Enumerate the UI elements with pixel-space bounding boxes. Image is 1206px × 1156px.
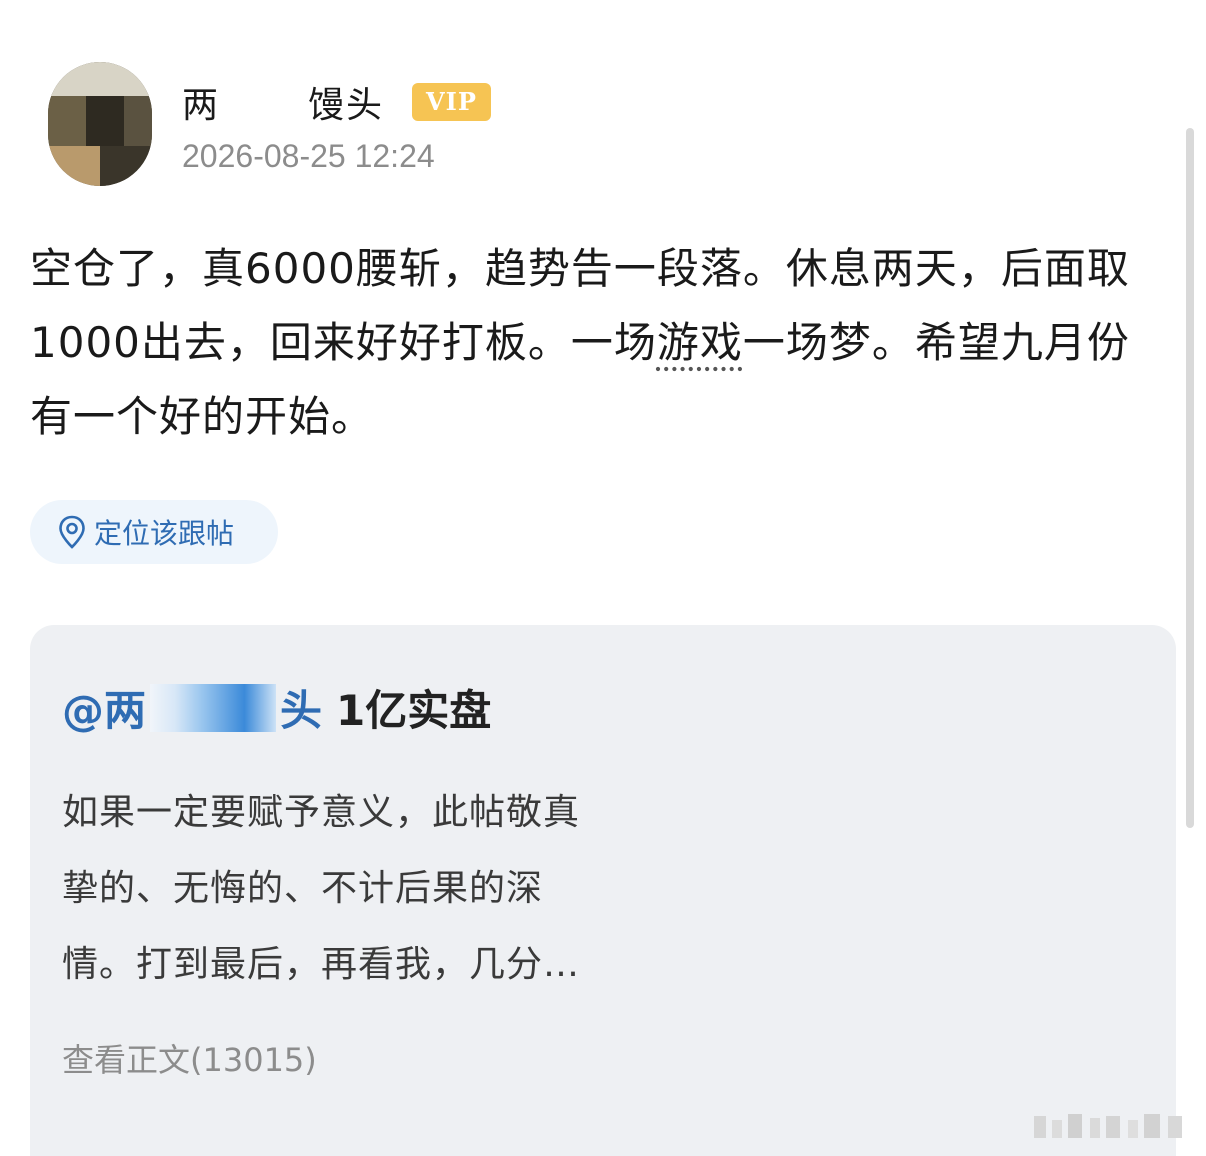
scrollbar[interactable]: [1186, 128, 1194, 828]
watermark: [1020, 1106, 1200, 1146]
locate-reply-label: 定位该跟帖: [94, 517, 235, 550]
view-full-text-link[interactable]: 查看正文(13015): [62, 1035, 317, 1081]
quoted-post-title: @两 头 1亿实盘: [62, 677, 491, 738]
quoted-post-tag: 1亿实盘: [336, 686, 492, 735]
author-meta: 两 馒头 VIP 2026-08-25 12:24: [182, 74, 491, 175]
author-name-suffix: 馒头: [308, 84, 385, 126]
author-name-row: 两 馒头 VIP: [182, 74, 491, 130]
mention-redacted: [150, 683, 277, 732]
post-content: 空仓了，真6000腰斩，趋势告一段落。休息两天，后面取1000出去，回来好好打板…: [30, 232, 1160, 454]
quoted-post-card[interactable]: @两 头 1亿实盘 如果一定要赋予意义，此帖敬真 挚的、无悔的、不计后果的深 情…: [30, 625, 1176, 1156]
author-name-prefix: 两: [182, 84, 221, 126]
quoted-line-1: 如果一定要赋予意义，此帖敬真: [62, 792, 581, 833]
vip-badge: VIP: [412, 82, 491, 121]
avatar[interactable]: [48, 62, 152, 186]
topic-link[interactable]: 游戏: [657, 318, 743, 367]
location-pin-icon: [58, 515, 86, 549]
post-timestamp: 2026-08-25 12:24: [182, 137, 435, 174]
author-name-mask: [220, 86, 309, 127]
quoted-post-body: 如果一定要赋予意义，此帖敬真 挚的、无悔的、不计后果的深 情。打到最后，再看我，…: [62, 775, 662, 1003]
post-detail: 两 馒头 VIP 2026-08-25 12:24 空仓了，真6000腰斩，趋势告…: [0, 0, 1206, 1156]
post-header: 两 馒头 VIP 2026-08-25 12:24: [48, 62, 491, 186]
mention-link-prefix[interactable]: @两: [62, 677, 146, 738]
quoted-line-2: 挚的、无悔的、不计后果的深: [62, 868, 544, 909]
author-name[interactable]: 两 馒头: [182, 76, 384, 128]
locate-reply-button[interactable]: 定位该跟帖: [30, 500, 278, 564]
mention-link-suffix[interactable]: 头: [280, 677, 322, 738]
quoted-line-3: 情。打到最后，再看我，几分…: [62, 944, 581, 985]
